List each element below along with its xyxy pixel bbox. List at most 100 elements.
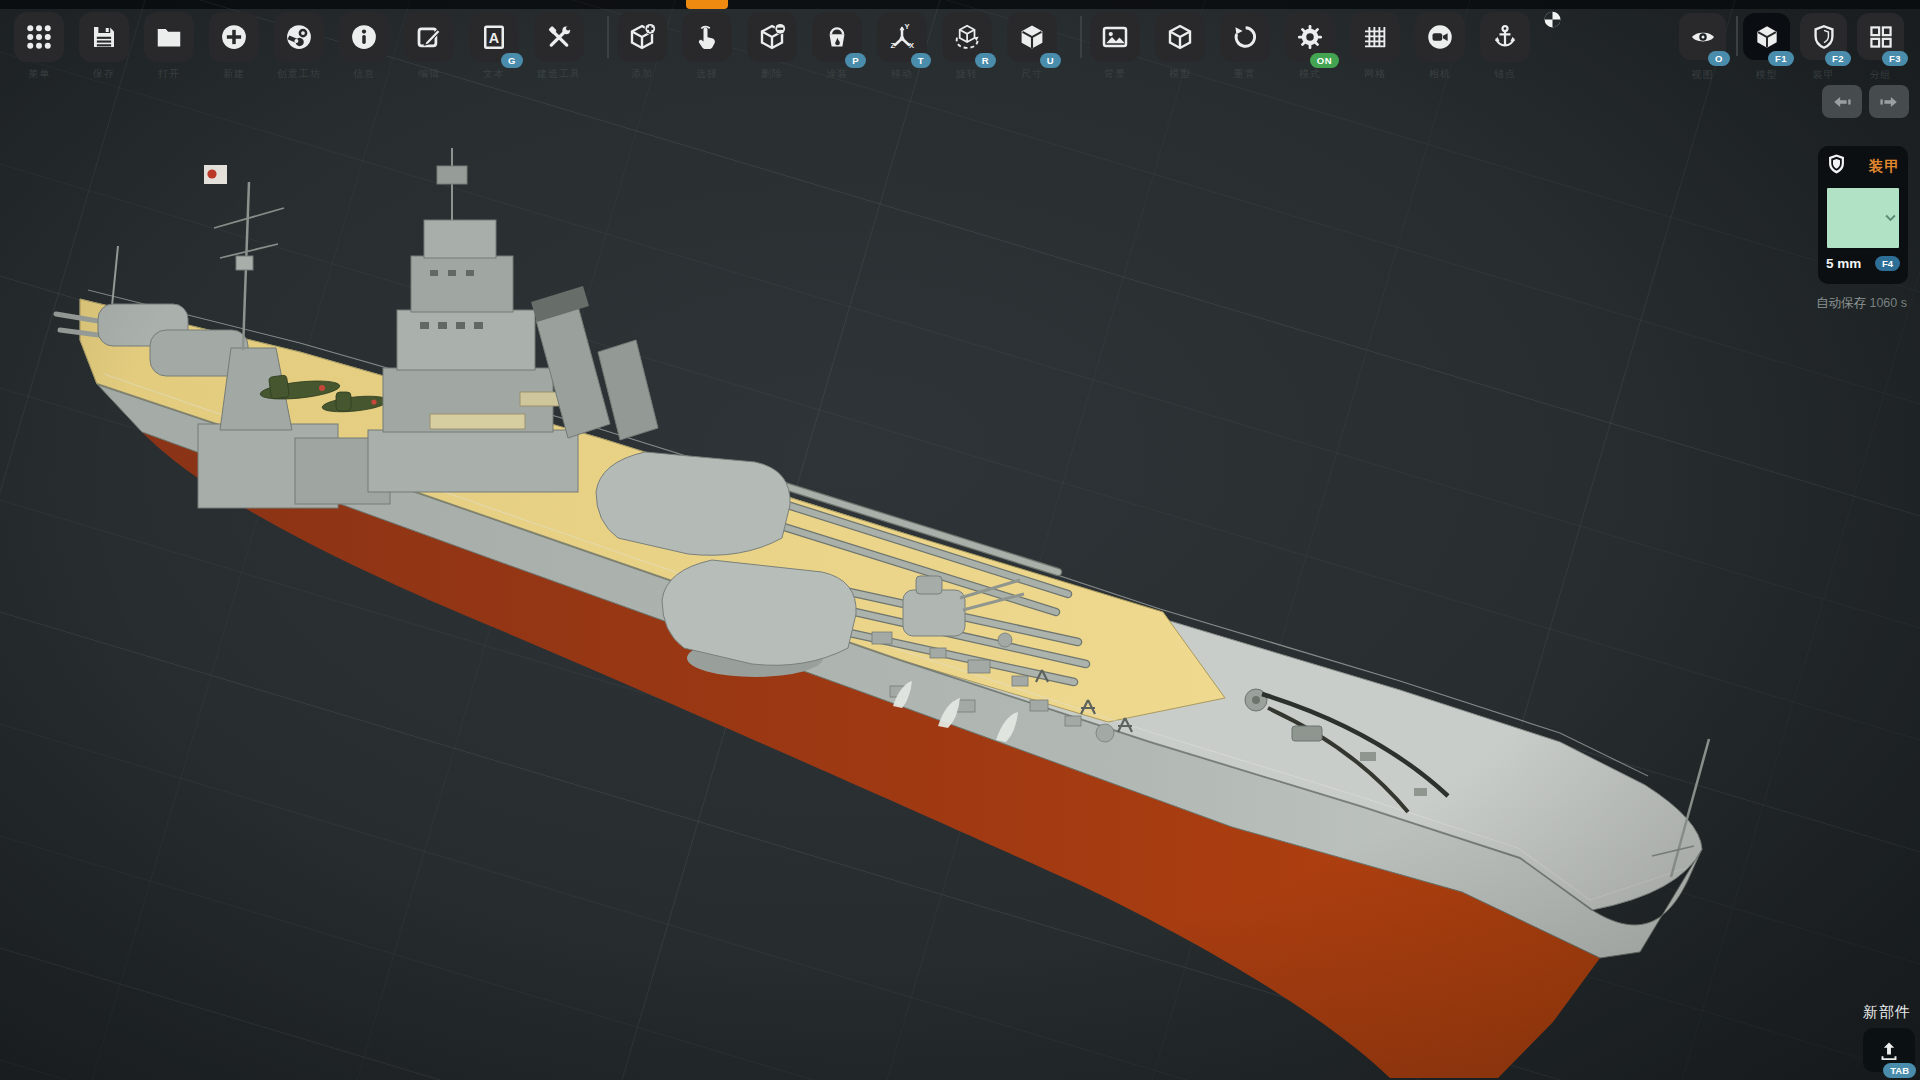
toolbar-model-button[interactable]: 模型 bbox=[1155, 12, 1205, 62]
armor-hotkey-badge: F4 bbox=[1875, 256, 1900, 271]
toolbar-background-button[interactable]: 背景 bbox=[1090, 12, 1140, 62]
main-toolbar: 菜单保存打开新建创意工坊信息编辑AG文本建造工具添加选择删除P涂装YZXT移动R… bbox=[14, 12, 1530, 62]
axis-icon: YZX bbox=[887, 22, 917, 52]
toolbar-workshop-button[interactable]: 创意工坊 bbox=[274, 12, 324, 62]
text-a-icon: A bbox=[479, 22, 509, 52]
svg-text:A: A bbox=[489, 30, 499, 46]
toolbar-label: 菜单 bbox=[6, 67, 72, 81]
toolbar-save-button[interactable]: 保存 bbox=[79, 12, 129, 62]
hotkey-badge: O bbox=[1708, 51, 1730, 66]
cube-solid-icon bbox=[1017, 22, 1047, 52]
new-part-control: 新部件 TAB bbox=[1863, 1003, 1917, 1072]
toolbar-label: 相机 bbox=[1407, 67, 1473, 81]
toolbar-label: 模式 bbox=[1277, 67, 1343, 81]
toolbar-open-button[interactable]: 打开 bbox=[144, 12, 194, 62]
toolbar-select-button[interactable]: 选择 bbox=[682, 12, 732, 62]
new-part-label: 新部件 bbox=[1863, 1003, 1917, 1022]
toolbar-label: 添加 bbox=[609, 67, 675, 81]
bucket-icon bbox=[822, 22, 852, 52]
toolbar-label: 信息 bbox=[331, 67, 397, 81]
toolbar-paint-button[interactable]: P涂装 bbox=[812, 12, 862, 62]
info-icon bbox=[349, 22, 379, 52]
toolbar-scale-button[interactable]: U尺寸 bbox=[1007, 12, 1057, 62]
toolbar-remove-block-button[interactable]: 删除 bbox=[747, 12, 797, 62]
toolbar-camera-button[interactable]: 相机 bbox=[1415, 12, 1465, 62]
toolbar-text-button[interactable]: AG文本 bbox=[469, 12, 519, 62]
toolbar-rotate-button[interactable]: R旋转 bbox=[942, 12, 992, 62]
hotkey-badge: G bbox=[501, 53, 523, 68]
toolbar-label: 分组 bbox=[1849, 68, 1912, 82]
hotkey-badge: R bbox=[975, 53, 996, 68]
autosave-value: 1060 s bbox=[1869, 296, 1907, 310]
cube-plus-icon bbox=[627, 22, 657, 52]
view-gizmo-icon[interactable] bbox=[1542, 9, 1563, 34]
hotkey-badge: F3 bbox=[1882, 51, 1908, 66]
folder-icon bbox=[154, 22, 184, 52]
svg-text:Y: Y bbox=[905, 22, 910, 31]
hotkey-badge: T bbox=[911, 53, 931, 68]
cube-rotate-icon bbox=[952, 22, 982, 52]
viewbar-groups-button[interactable]: F3分组 bbox=[1857, 13, 1904, 60]
svg-text:Z: Z bbox=[891, 41, 896, 50]
toolbar-label: 打开 bbox=[136, 67, 202, 81]
ship-superstructure bbox=[56, 148, 658, 508]
hand-icon bbox=[692, 22, 722, 52]
toolbar-mode-button[interactable]: ON模式 bbox=[1285, 12, 1335, 62]
toolbar-grid-button[interactable]: 网格 bbox=[1350, 12, 1400, 62]
toolbar-label: 装甲 bbox=[1792, 68, 1855, 82]
toolbar-reset-button[interactable]: 重置 bbox=[1220, 12, 1270, 62]
shield-icon bbox=[1810, 23, 1838, 51]
toolbar-label: 涂装 bbox=[804, 67, 870, 81]
plus-circle-icon bbox=[219, 22, 249, 52]
new-part-button[interactable]: TAB bbox=[1863, 1028, 1915, 1072]
hotkey-badge: ON bbox=[1310, 53, 1339, 68]
ship-builder-app: 菜单保存打开新建创意工坊信息编辑AG文本建造工具添加选择删除P涂装YZXT移动R… bbox=[0, 0, 1920, 1080]
toolbar-label: 文本 bbox=[461, 67, 527, 81]
toolbar-label: 尺寸 bbox=[999, 67, 1065, 81]
hotkey-badge: U bbox=[1040, 53, 1061, 68]
armor-thickness: 5 mm bbox=[1826, 256, 1861, 271]
toolbar-separator bbox=[1080, 16, 1082, 58]
upload-arrow-icon bbox=[1876, 1037, 1902, 1063]
steam-icon bbox=[284, 22, 314, 52]
toolbar-build-tools-button[interactable]: 建造工具 bbox=[534, 12, 584, 62]
toolbar-separator bbox=[607, 16, 609, 58]
armor-panel: 装甲 5 mm F4 bbox=[1818, 146, 1908, 284]
arrow-right-icon bbox=[1878, 91, 1900, 113]
toolbar-label: 网格 bbox=[1342, 67, 1408, 81]
toolbar-info-button[interactable]: 信息 bbox=[339, 12, 389, 62]
toolbar-menu-button[interactable]: 菜单 bbox=[14, 12, 64, 62]
toolbar-label: 视图 bbox=[1671, 68, 1734, 82]
prev-button[interactable] bbox=[1822, 85, 1862, 118]
viewbar-armor-view-button[interactable]: F2装甲 bbox=[1800, 13, 1847, 60]
toolbar-move-button[interactable]: YZXT移动 bbox=[877, 12, 927, 62]
toolbar-label: 移动 bbox=[869, 67, 935, 81]
toolbar-label: 背景 bbox=[1082, 67, 1148, 81]
toolbar-label: 模型 bbox=[1147, 67, 1213, 81]
armor-title: 装甲 bbox=[1869, 157, 1900, 176]
toolbar-label: 建造工具 bbox=[526, 67, 592, 81]
toolbar-anchor-button[interactable]: 锚点 bbox=[1480, 12, 1530, 62]
viewbar-blocks-button[interactable]: F1模型 bbox=[1743, 13, 1790, 60]
undo-redo-buttons bbox=[1822, 85, 1909, 118]
viewbar-visibility-button[interactable]: O视图 bbox=[1679, 13, 1726, 60]
arrow-left-icon bbox=[1831, 91, 1853, 113]
camera-icon bbox=[1425, 22, 1455, 52]
hotkey-badge: F2 bbox=[1825, 51, 1851, 66]
armor-color-swatch[interactable] bbox=[1826, 187, 1900, 249]
gear-icon bbox=[1295, 22, 1325, 52]
cube-solid-icon bbox=[1753, 23, 1781, 51]
hotkey-badge: F1 bbox=[1768, 51, 1794, 66]
new-part-hotkey-badge: TAB bbox=[1883, 1063, 1916, 1078]
squares-icon bbox=[1867, 23, 1895, 51]
toolbar-label: 模型 bbox=[1735, 68, 1798, 82]
toolbar-edit-button[interactable]: 编辑 bbox=[404, 12, 454, 62]
tools-icon bbox=[544, 22, 574, 52]
ship-model[interactable] bbox=[0, 0, 1920, 1080]
chevron-down-icon bbox=[1885, 214, 1896, 222]
toolbar-add-block-button[interactable]: 添加 bbox=[617, 12, 667, 62]
next-button[interactable] bbox=[1869, 85, 1909, 118]
armor-shield-icon bbox=[1826, 153, 1847, 180]
cube-outline-icon bbox=[1165, 22, 1195, 52]
toolbar-new-button[interactable]: 新建 bbox=[209, 12, 259, 62]
